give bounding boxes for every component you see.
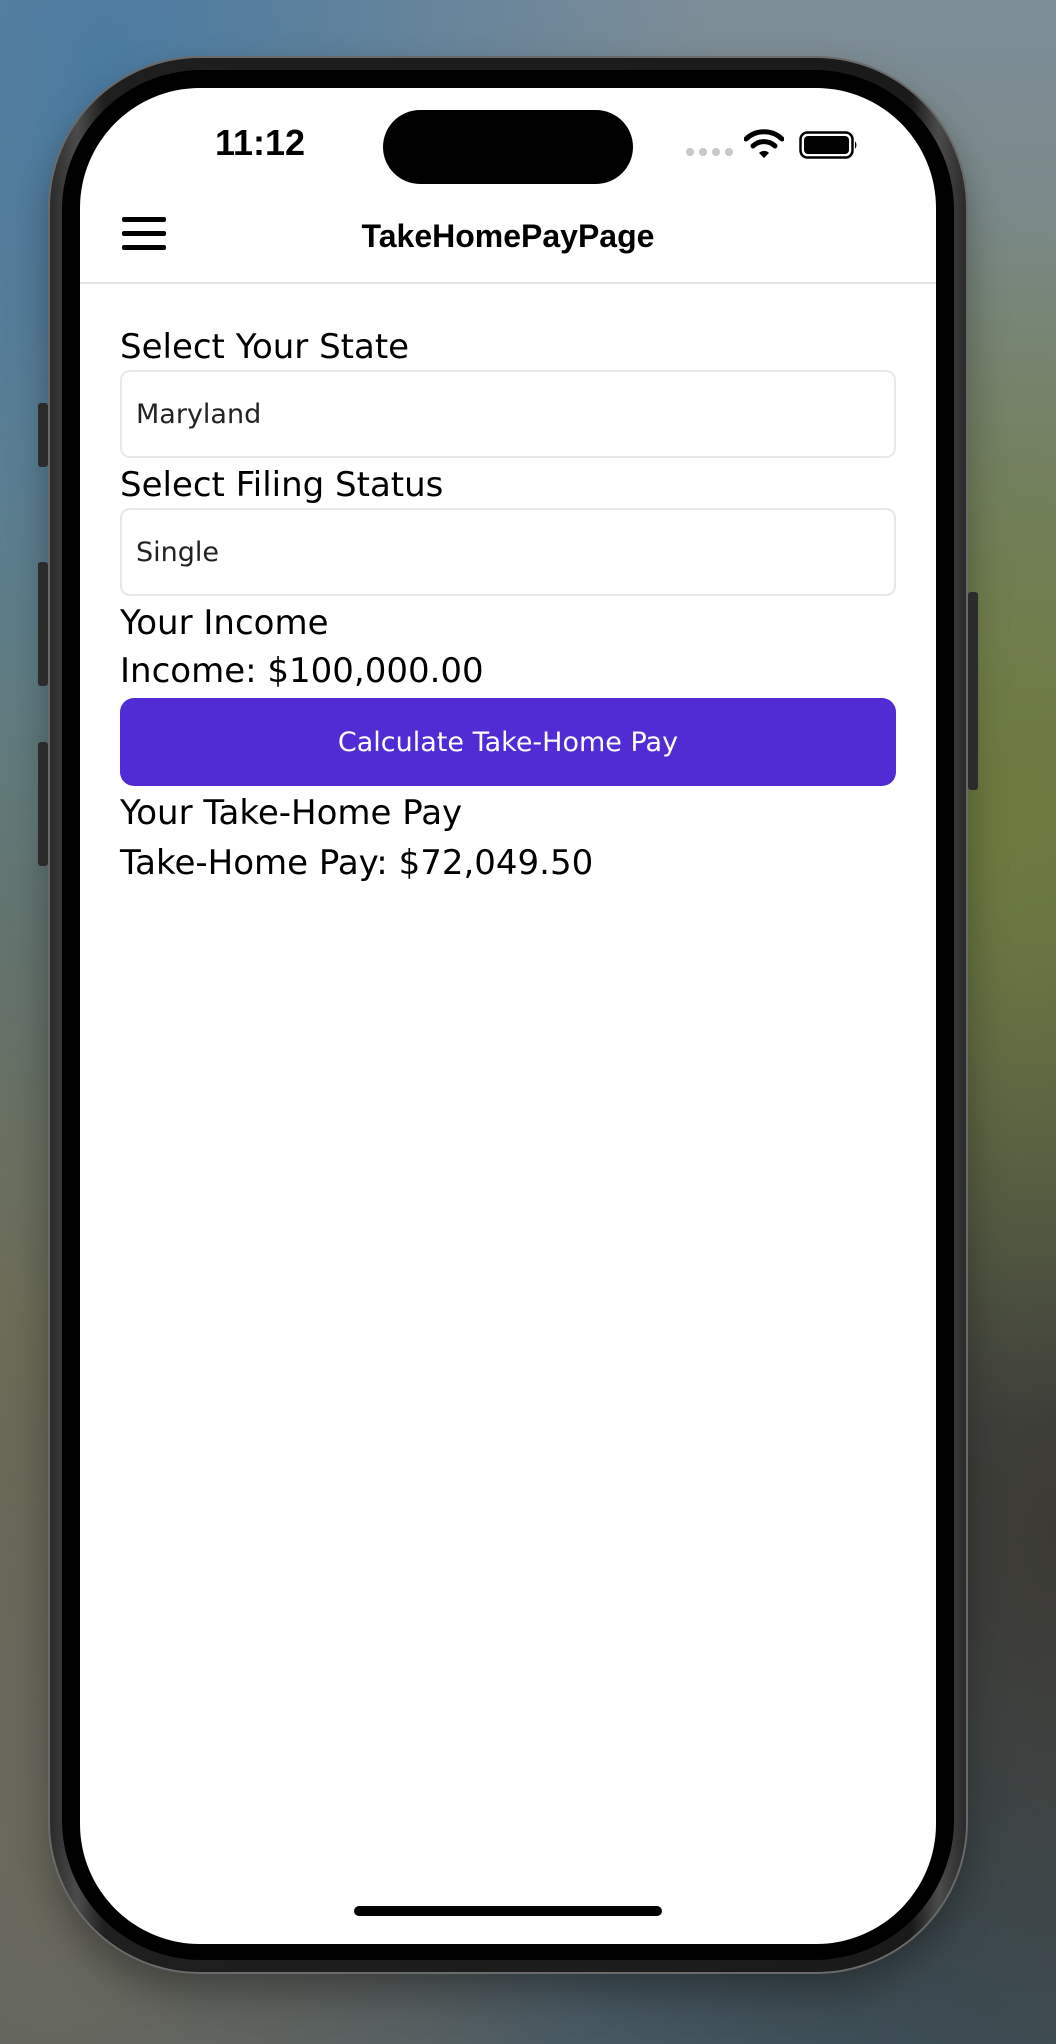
- income-label: Your Income: [120, 603, 329, 643]
- dynamic-island: [383, 110, 633, 184]
- battery-icon: [799, 131, 857, 159]
- filing-status-label: Select Filing Status: [120, 465, 444, 505]
- navigation-bar: TakeHomePayPage: [80, 202, 936, 284]
- volume-down-button: [38, 742, 48, 866]
- income-value: Income: $100,000.00: [120, 651, 484, 691]
- wifi-icon: [744, 129, 784, 158]
- cellular-signal-icon: [686, 148, 733, 156]
- take-home-pay-label: Your Take-Home Pay: [120, 793, 463, 833]
- status-time: 11:12: [214, 122, 306, 163]
- page-title: TakeHomePayPage: [361, 218, 655, 254]
- home-indicator[interactable]: [354, 1906, 662, 1916]
- calculate-button[interactable]: Calculate Take-Home Pay: [120, 698, 896, 786]
- power-button: [968, 592, 978, 790]
- volume-up-button: [38, 562, 48, 686]
- state-label: Select Your State: [120, 327, 410, 367]
- action-button: [38, 403, 48, 467]
- take-home-pay-value: Take-Home Pay: $72,049.50: [120, 843, 594, 883]
- take-home-pay-form: Select Your State Maryland Select Filing…: [120, 324, 896, 886]
- state-picker[interactable]: Maryland: [120, 370, 896, 458]
- app-screen: 11:12 TakeHomePayPage Select Your State …: [80, 88, 936, 1944]
- filing-status-picker[interactable]: Single: [120, 508, 896, 596]
